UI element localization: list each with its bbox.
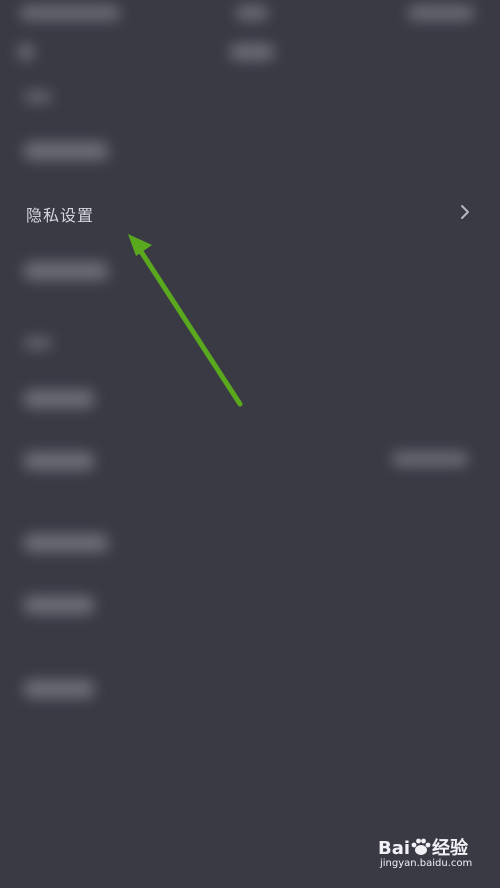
blurred-settings-row-7[interactable]: [24, 680, 94, 698]
watermark-brand-line: Bai 经验: [378, 834, 468, 860]
blurred-row-4-value: [392, 452, 468, 466]
blurred-status-right: [408, 6, 474, 20]
privacy-settings-row[interactable]: 隐私设置: [0, 193, 500, 233]
blurred-header-title: [230, 44, 274, 60]
blurred-settings-row-3[interactable]: [24, 390, 94, 408]
blurred-status-left: [20, 6, 120, 20]
blurred-section-label-1: [24, 92, 52, 102]
blurred-settings-row-4[interactable]: [24, 452, 94, 470]
baidu-jingyan-watermark: Bai 经验 jingyan.baidu.com: [378, 830, 474, 878]
blurred-back-icon: [18, 44, 34, 60]
blurred-status-center: [236, 6, 268, 20]
blurred-settings-row-6[interactable]: [24, 596, 94, 614]
annotation-arrow-icon: [128, 234, 243, 407]
watermark-brand: Bai: [378, 838, 411, 859]
watermark-brand-suffix: 经验: [432, 838, 469, 859]
settings-screen: 隐私设置 Bai 经验 jingyan.baidu.com: [0, 0, 500, 888]
blurred-settings-row-1[interactable]: [24, 142, 108, 160]
blurred-settings-row-5[interactable]: [24, 534, 108, 552]
blurred-section-label-2: [24, 338, 52, 348]
blurred-settings-row-2[interactable]: [24, 262, 108, 280]
privacy-settings-label: 隐私设置: [26, 206, 95, 225]
watermark-url: jingyan.baidu.com: [380, 858, 473, 869]
baidu-paw-icon: [411, 838, 431, 855]
chevron-right-icon: [461, 205, 469, 219]
